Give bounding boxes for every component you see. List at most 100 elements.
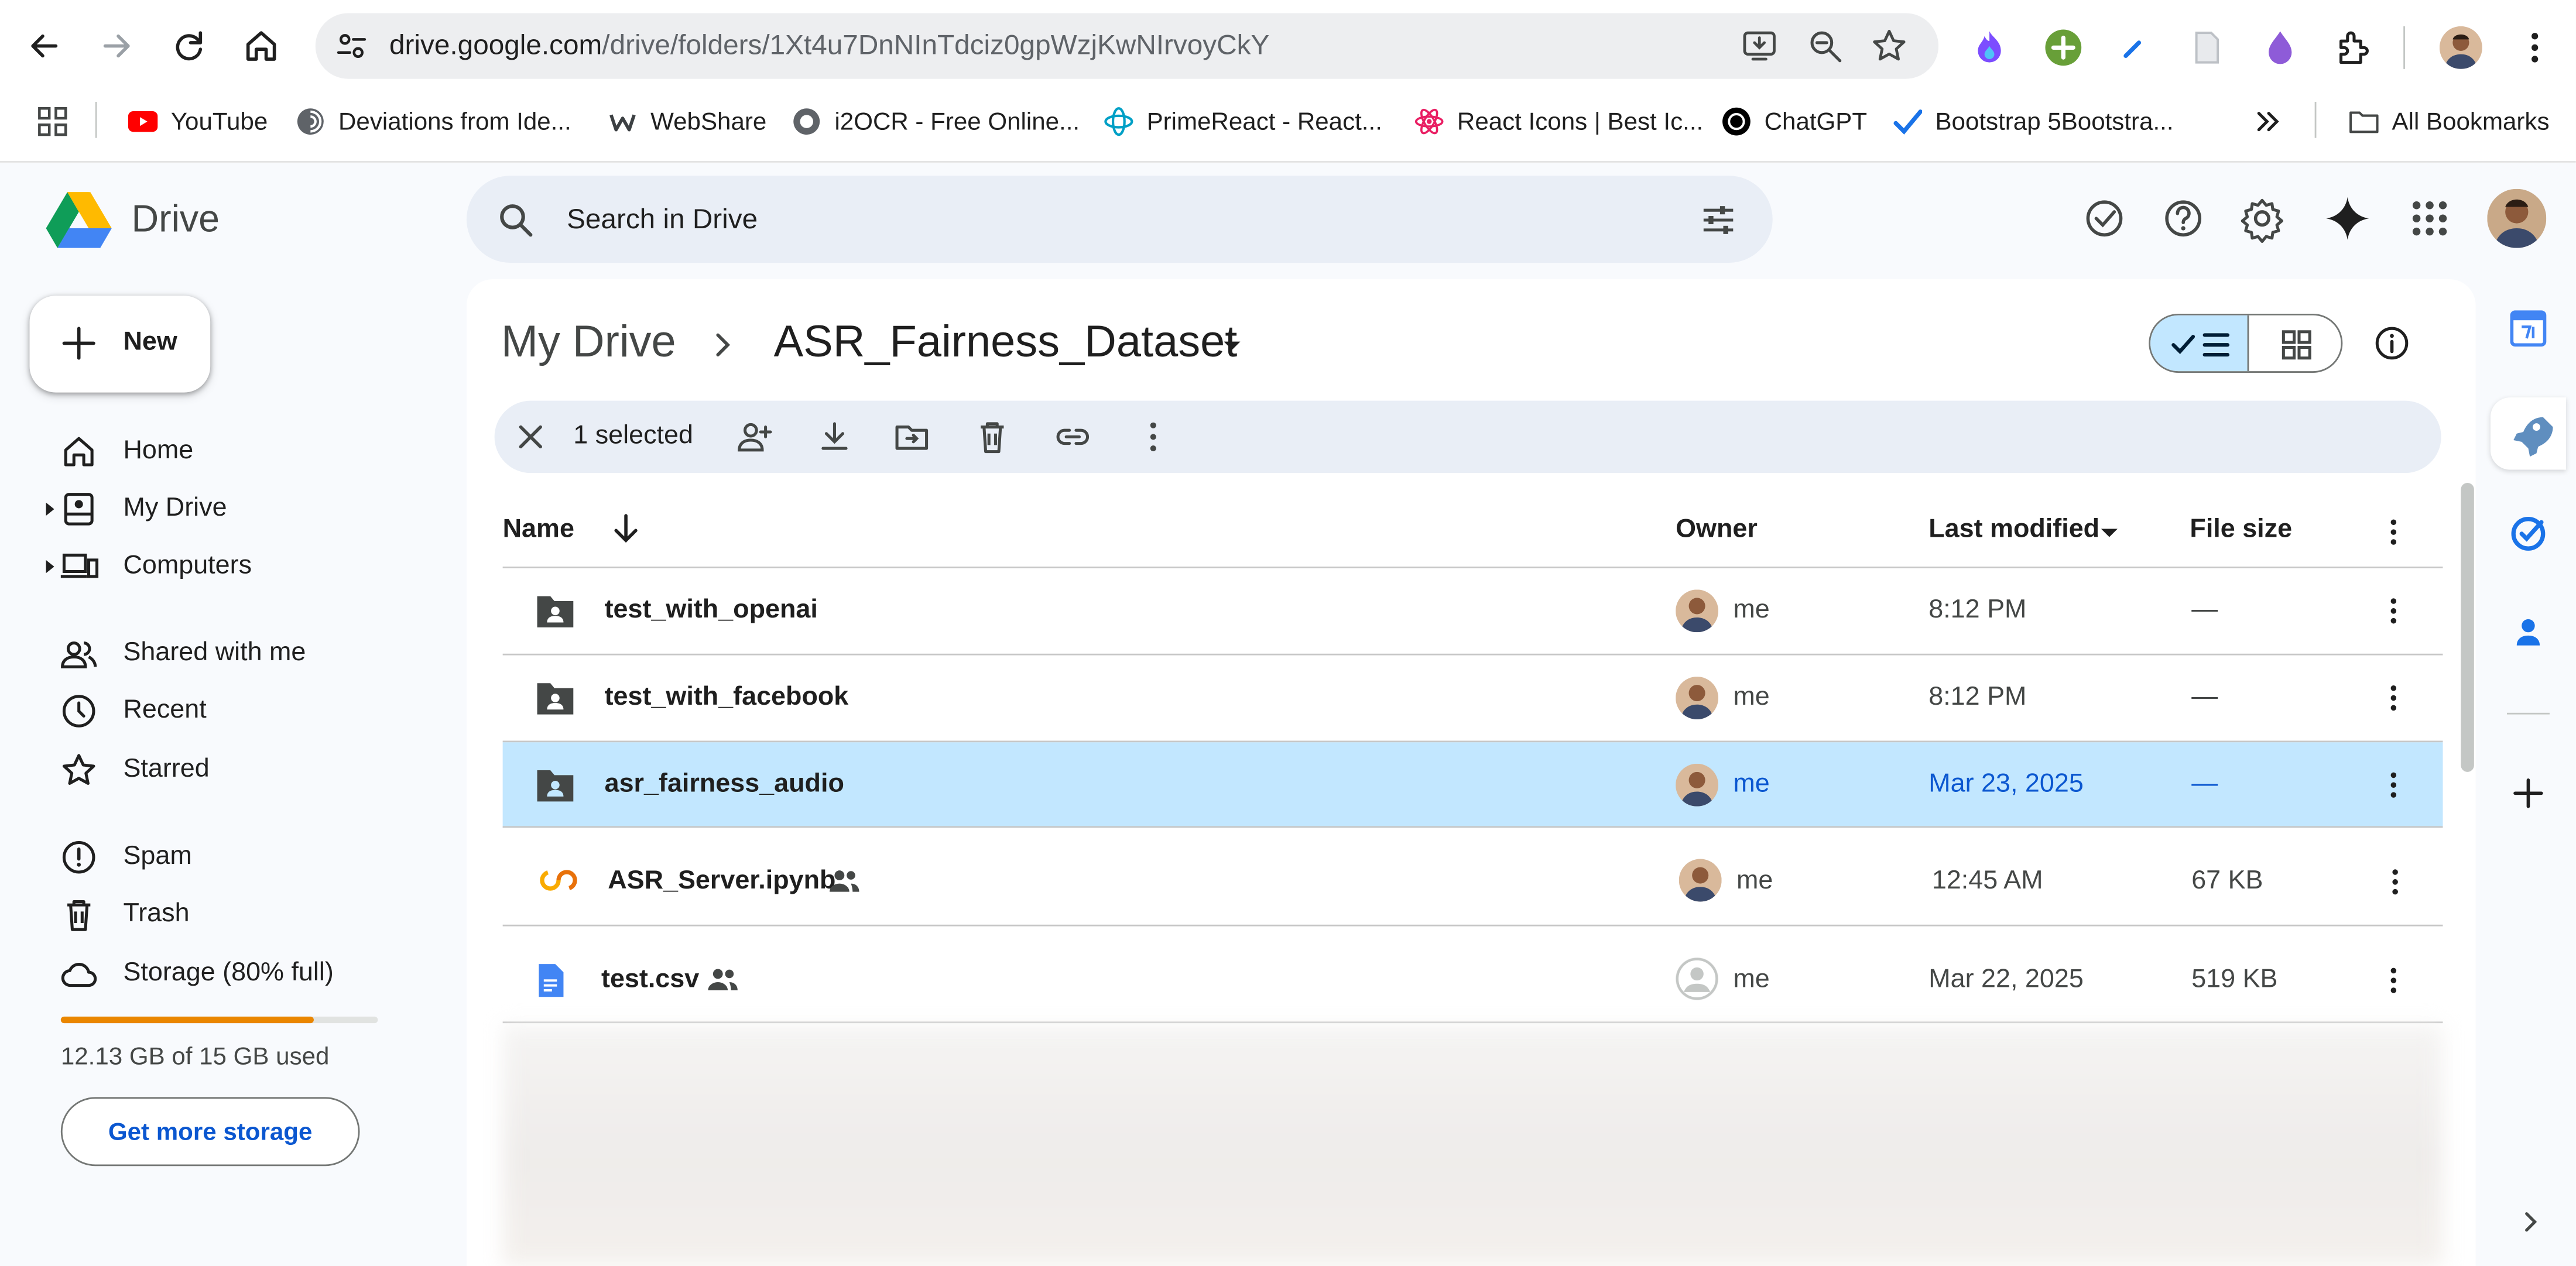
grid-view-button[interactable] xyxy=(2249,315,2341,371)
share-add-person-icon[interactable] xyxy=(734,417,773,457)
offline-ready-icon[interactable] xyxy=(2077,190,2132,246)
search-bar[interactable]: Search in Drive xyxy=(466,176,1773,263)
sidebar-item-trash[interactable]: Trash xyxy=(39,888,433,941)
download-icon[interactable] xyxy=(815,417,854,457)
search-options-icon[interactable] xyxy=(1698,200,1738,239)
row-more-actions-icon[interactable] xyxy=(2377,864,2413,900)
bookmark-label: WebShare xyxy=(650,107,767,136)
file-name[interactable]: asr_fairness_audio xyxy=(605,770,844,800)
sidebar-item-home[interactable]: Home xyxy=(39,426,433,478)
sidebar-item-storage[interactable]: Storage (80% full) xyxy=(39,948,433,1000)
bookmark-youtube[interactable]: YouTube xyxy=(128,102,268,141)
settings-gear-icon[interactable] xyxy=(2234,190,2290,246)
drive-title[interactable]: Drive xyxy=(131,197,220,242)
site-info-icon[interactable] xyxy=(335,30,368,63)
side-panel-active-tab[interactable] xyxy=(2490,397,2566,470)
extension-pen-icon[interactable] xyxy=(2113,26,2156,69)
home-browser-icon[interactable] xyxy=(237,21,286,70)
copy-link-icon[interactable] xyxy=(1053,417,1092,457)
profile-avatar[interactable] xyxy=(2439,26,2482,69)
account-avatar[interactable] xyxy=(2487,188,2547,248)
add-addon-plus-icon[interactable] xyxy=(2503,768,2553,818)
sidebar-item-my-drive[interactable]: My Drive xyxy=(39,483,433,536)
sidebar-item-shared-with-me[interactable]: Shared with me xyxy=(39,627,433,680)
sort-dropdown-icon[interactable] xyxy=(2096,519,2122,545)
address-bar[interactable]: drive.google.com/drive/folders/1Xt4u7DnN… xyxy=(315,13,1939,79)
bookmark-chatgpt[interactable]: ChatGPT xyxy=(1722,102,1867,141)
folder-dropdown-icon[interactable] xyxy=(1215,328,1248,361)
my-drive-icon xyxy=(59,489,98,529)
file-name[interactable]: test_with_openai xyxy=(605,596,818,626)
info-icon[interactable] xyxy=(2372,324,2411,363)
row-more-actions-icon[interactable] xyxy=(2375,767,2411,803)
extension-page-icon[interactable] xyxy=(2185,26,2228,69)
back-icon[interactable] xyxy=(20,21,69,70)
extension-plus-icon[interactable] xyxy=(2042,26,2085,69)
drive-logo-icon[interactable] xyxy=(46,189,112,248)
expand-caret-icon[interactable] xyxy=(43,502,56,516)
help-icon[interactable] xyxy=(2155,190,2211,246)
view-toggle[interactable] xyxy=(2149,313,2343,373)
get-more-storage-button[interactable]: Get more storage xyxy=(60,1097,360,1166)
extension-flame-icon[interactable] xyxy=(1968,26,2011,69)
forward-icon[interactable] xyxy=(92,21,141,70)
search-input[interactable]: Search in Drive xyxy=(567,204,758,236)
bookmark-react-icons[interactable]: React Icons | Best Ic... xyxy=(1414,102,1703,141)
more-actions-icon[interactable] xyxy=(1133,417,1173,457)
owner-avatar xyxy=(1676,763,1719,807)
list-view-button[interactable] xyxy=(2150,315,2249,372)
sidebar-item-recent[interactable]: Recent xyxy=(39,685,433,737)
google-apps-icon[interactable] xyxy=(2402,190,2457,246)
extensions-puzzle-icon[interactable] xyxy=(2333,26,2376,69)
move-to-folder-icon[interactable] xyxy=(892,417,931,457)
table-row[interactable]: test_with_openai me 8:12 PM — xyxy=(502,568,2443,656)
row-more-actions-icon[interactable] xyxy=(2375,680,2411,716)
all-bookmarks[interactable]: All Bookmarks xyxy=(2349,102,2550,141)
scrollbar-thumb[interactable] xyxy=(2461,482,2474,772)
extension-drop-icon[interactable] xyxy=(2259,26,2301,69)
bookmark-primereact[interactable]: PrimeReact - React... xyxy=(1104,102,1382,141)
tasks-icon[interactable] xyxy=(2503,509,2553,558)
breadcrumb-my-drive[interactable]: My Drive xyxy=(501,317,676,368)
expand-caret-icon[interactable] xyxy=(43,560,56,574)
install-app-icon[interactable] xyxy=(1741,28,1777,64)
file-name[interactable]: test_with_facebook xyxy=(605,683,849,713)
file-name[interactable]: test.csv xyxy=(601,966,699,996)
bookmark-star-icon[interactable] xyxy=(1871,28,1907,64)
file-name[interactable]: ASR_Server.ipynb xyxy=(608,867,835,897)
table-row[interactable]: test_with_facebook me 8:12 PM — xyxy=(502,656,2443,743)
reload-icon[interactable] xyxy=(165,21,214,70)
sidebar-item-spam[interactable]: Spam xyxy=(39,831,433,884)
column-header-owner[interactable]: Owner xyxy=(1676,516,1758,545)
gemini-sparkle-icon[interactable] xyxy=(2320,190,2375,246)
browser-menu-icon[interactable] xyxy=(2513,26,2556,69)
more-bookmarks-icon[interactable] xyxy=(2250,105,2283,138)
delete-trash-icon[interactable] xyxy=(972,417,1012,457)
bookmark-i2ocr[interactable]: i2OCR - Free Online... xyxy=(792,102,1080,141)
breadcrumb-current-folder[interactable]: ASR_Fairness_Dataset xyxy=(774,317,1238,368)
column-header-name[interactable]: Name xyxy=(503,516,574,545)
contacts-icon[interactable] xyxy=(2503,608,2553,657)
sidebar-item-computers[interactable]: Computers xyxy=(39,540,433,593)
column-header-last-modified[interactable]: Last modified xyxy=(1928,516,2099,545)
apps-grid-icon[interactable] xyxy=(36,105,69,138)
bookmark-deviations[interactable]: Deviations from Ide... xyxy=(296,102,571,141)
clear-selection-close-icon[interactable] xyxy=(511,417,550,457)
last-modified: Mar 22, 2025 xyxy=(1928,965,2084,994)
row-more-actions-icon[interactable] xyxy=(2375,593,2411,629)
new-button[interactable]: New xyxy=(29,296,211,393)
row-more-actions-icon[interactable] xyxy=(2375,962,2411,999)
table-row[interactable]: test.csv me Mar 22, 2025 519 KB xyxy=(502,936,2443,1024)
zoom-icon[interactable] xyxy=(1807,28,1844,64)
column-options-icon[interactable] xyxy=(2375,514,2411,550)
collapse-panel-chevron-icon[interactable] xyxy=(2517,1209,2543,1235)
sidebar-item-starred[interactable]: Starred xyxy=(39,744,433,797)
sort-arrow-down-icon[interactable] xyxy=(608,511,644,547)
bookmark-webshare[interactable]: WebShare xyxy=(608,102,766,141)
search-icon[interactable] xyxy=(496,200,535,239)
table-row-selected[interactable]: asr_fairness_audio me Mar 23, 2025 — xyxy=(502,742,2443,828)
column-header-file-size[interactable]: File size xyxy=(2190,516,2292,545)
calendar-icon[interactable] xyxy=(2503,304,2553,353)
bookmark-bootstrap[interactable]: Bootstrap 5Bootstra... xyxy=(1893,102,2174,141)
table-row[interactable]: ASR_Server.ipynb me 12:45 AM 67 KB xyxy=(502,838,2443,927)
